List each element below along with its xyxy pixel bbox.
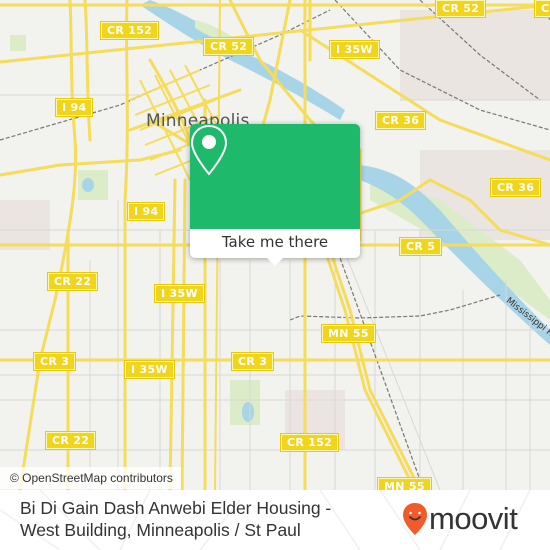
map-attribution[interactable]: © OpenStreetMap contributors bbox=[0, 467, 181, 489]
road-label-cr152: CR 152 bbox=[281, 434, 339, 451]
location-popup[interactable]: Take me there bbox=[190, 124, 360, 266]
road-label-i35w: I 35W bbox=[155, 285, 204, 302]
take-me-there-button[interactable]: Take me there bbox=[190, 229, 360, 258]
footer-bar: Bi Di Gain Dash Anwebi Elder Housing - W… bbox=[0, 490, 550, 550]
road-label-mn55: MN 55 bbox=[378, 478, 431, 490]
road-label-cr152: CR 152 bbox=[101, 22, 159, 39]
road-label-mn55: MN 55 bbox=[322, 325, 375, 342]
road-label-i94: I 94 bbox=[56, 99, 93, 116]
moovit-smiley-pin-icon bbox=[403, 503, 427, 535]
lake bbox=[82, 178, 94, 192]
road-label-cr36: CR 36 bbox=[491, 179, 541, 196]
lake bbox=[242, 402, 254, 422]
moovit-logo[interactable]: moovit bbox=[402, 501, 518, 536]
road-label-cr3: CR 3 bbox=[34, 353, 76, 370]
place-name: Bi Di Gain Dash Anwebi Elder Housing - W… bbox=[20, 498, 332, 540]
road-label-i35w: I 35W bbox=[330, 41, 379, 58]
road-label-i35w: I 35W bbox=[125, 361, 174, 378]
road-label-cr36: CR 36 bbox=[376, 112, 426, 129]
road-label-i94: I 94 bbox=[128, 203, 165, 220]
popup-pointer bbox=[267, 258, 283, 266]
park bbox=[10, 35, 26, 51]
road-label-cr: CR bbox=[535, 0, 550, 17]
road-label-cr22: CR 22 bbox=[48, 273, 98, 290]
industrial-area bbox=[0, 200, 50, 250]
industrial-area bbox=[400, 10, 550, 100]
road-label-cr52: CR 52 bbox=[204, 38, 254, 55]
road-label-cr5: CR 5 bbox=[400, 238, 442, 255]
moovit-wordmark: moovit bbox=[429, 501, 518, 536]
location-pin-icon bbox=[190, 124, 228, 176]
map-view[interactable]: Minneapolis Mississippi River CR 152 CR … bbox=[0, 0, 550, 490]
road-label-cr52: CR 52 bbox=[436, 0, 486, 17]
popup-header[interactable] bbox=[190, 124, 360, 229]
road-label-cr3: CR 3 bbox=[232, 353, 274, 370]
road-label-cr22: CR 22 bbox=[46, 432, 96, 449]
